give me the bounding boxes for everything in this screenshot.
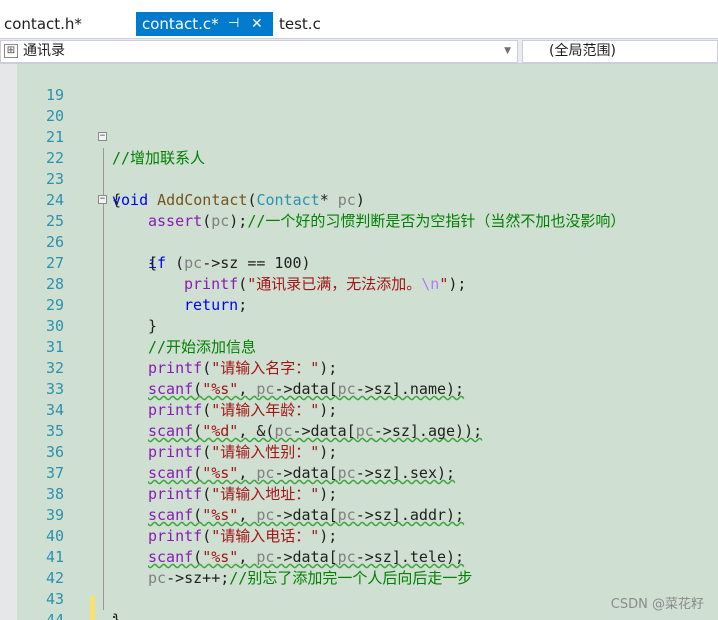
code-line: 30 //开始添加信息 <box>0 295 718 356</box>
collapse-icon[interactable]: − <box>98 195 107 204</box>
tab-label: contact.h* <box>4 15 82 33</box>
tab-contact-c[interactable]: contact.c* ⊣ ✕ <box>136 12 273 36</box>
chevron-down-icon[interactable]: ▼ <box>504 41 511 62</box>
document-tab-bar: contact.h* contact.c* ⊣ ✕ test.c <box>0 0 718 36</box>
code-line: 42 <box>0 547 718 587</box>
line-number: 44 <box>45 611 64 620</box>
code-line: 19 <box>0 64 718 104</box>
code-line: 34 scanf("%d", &(pc->data[pc->sz].age)); <box>0 379 718 440</box>
navigation-bar: ⊞ 通讯录 ▼ (全局范围) <box>0 38 718 64</box>
code-line: 20 <box>0 85 718 125</box>
tab-contact-h[interactable]: contact.h* <box>4 12 82 36</box>
brace: } <box>112 611 122 620</box>
code-line: 39 printf("请输入电话："); <box>0 484 718 545</box>
code-line: 38 scanf("%s", pc->data[pc->sz].addr); <box>0 463 718 524</box>
code-line: 22 − void AddContact(Contact* pc) <box>0 127 718 210</box>
code-line: 33 printf("请输入年龄："); <box>0 358 718 419</box>
code-line: 23 { <box>0 148 718 209</box>
code-line: 31 printf("请输入名字："); <box>0 316 718 377</box>
scope-dropdown[interactable]: ⊞ 通讯录 ▼ <box>0 40 518 63</box>
code-line: 37 printf("请输入地址："); <box>0 442 718 503</box>
code-editor[interactable]: 19 20 21 //增加联系人 22 − void AddContact(Co… <box>0 64 718 620</box>
code-line: 40 scanf("%s", pc->data[pc->sz].tele); <box>0 505 718 566</box>
code-line: 25 − if (pc->sz == 100) <box>0 190 718 273</box>
watermark: CSDN @菜花籽 <box>610 597 704 612</box>
code-line: 36 scanf("%s", pc->data[pc->sz].sex); <box>0 421 718 482</box>
member-dropdown[interactable]: (全局范围) <box>522 40 718 63</box>
pin-icon[interactable]: ⊣ <box>228 12 239 36</box>
code-line: 26 { <box>0 211 718 272</box>
close-icon[interactable]: ✕ <box>251 12 263 36</box>
text-caret <box>113 616 115 618</box>
collapse-icon[interactable]: − <box>98 132 107 141</box>
tab-label: test.c <box>279 15 321 33</box>
code-line: 24 assert(pc);//一个好的习惯判断是否为空指针（当然不加也没影响） <box>0 169 718 230</box>
code-line: 21 //增加联系人 <box>0 106 718 167</box>
project-icon: ⊞ <box>4 44 18 58</box>
scope-label: 通讯录 <box>23 43 65 59</box>
code-line: 35 printf("请输入性别："); <box>0 400 718 461</box>
code-line: 27 printf("通讯录已满，无法添加。\n"); <box>0 232 718 293</box>
member-label: (全局范围) <box>549 43 616 59</box>
code-line: 41 pc->sz++;//别忘了添加完一个人后向后走一步 <box>0 526 718 587</box>
code-line: 29 } <box>0 274 718 335</box>
change-marker <box>90 596 95 620</box>
tab-test-c[interactable]: test.c <box>279 12 321 36</box>
tab-label: contact.c* <box>142 15 219 33</box>
code-line: 32 scanf("%s", pc->data[pc->sz].name); <box>0 337 718 398</box>
code-line: 28 return; <box>0 253 718 314</box>
code-line: 43 } <box>0 568 718 620</box>
